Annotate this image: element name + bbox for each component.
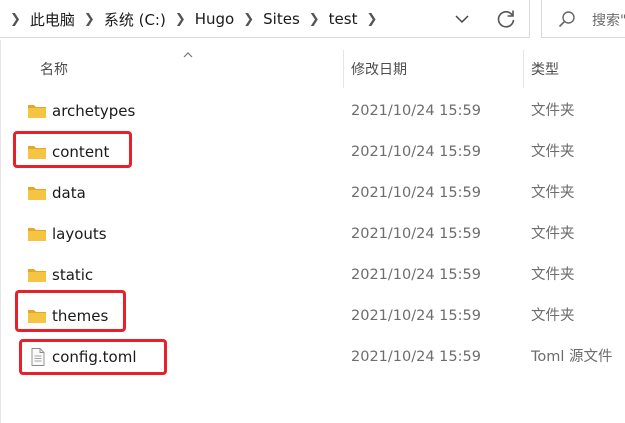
file-name[interactable]: data [52, 173, 86, 214]
file-type: 文件夹 [531, 185, 575, 201]
file-type: 文件夹 [531, 267, 575, 283]
column-header-name[interactable]: 名称 [40, 50, 68, 88]
file-modified-date: 2021/10/24 15:59 [351, 103, 481, 119]
highlight-box [13, 131, 132, 168]
file-modified-date: 2021/10/24 15:59 [351, 349, 481, 365]
column-divider[interactable] [523, 50, 524, 88]
file-name[interactable]: layouts [52, 214, 107, 255]
breadcrumb: ❯ 此电脑 ❯ 系统 (C:) ❯ Hugo ❯ Sites ❯ test ❯ [0, 0, 386, 38]
file-row-archetypes[interactable]: archetypes 2021/10/24 15:59 文件夹 [0, 91, 625, 132]
file-modified-date: 2021/10/24 15:59 [351, 226, 481, 242]
breadcrumb-hugo[interactable]: Hugo [195, 10, 235, 28]
breadcrumb-drive-c[interactable]: 系统 (C:) [104, 9, 166, 30]
column-divider[interactable] [343, 50, 344, 88]
file-modified-date: 2021/10/24 15:59 [351, 144, 481, 160]
file-modified-date: 2021/10/24 15:59 [351, 267, 481, 283]
folder-icon [27, 184, 47, 202]
folder-icon [27, 225, 47, 243]
sort-ascending-icon [183, 52, 193, 58]
breadcrumb-this-pc[interactable]: 此电脑 [30, 9, 75, 30]
address-bar[interactable]: ❯ 此电脑 ❯ 系统 (C:) ❯ Hugo ❯ Sites ❯ test ❯ [0, 0, 530, 38]
folder-icon [27, 102, 47, 120]
search-icon [558, 11, 575, 28]
file-row-data[interactable]: data 2021/10/24 15:59 文件夹 [0, 173, 625, 214]
breadcrumb-test[interactable]: test [329, 10, 358, 28]
file-modified-date: 2021/10/24 15:59 [351, 308, 481, 324]
chevron-right-icon[interactable]: ❯ [366, 12, 377, 27]
file-type: 文件夹 [531, 308, 575, 324]
chevron-right-icon[interactable]: ❯ [10, 12, 21, 27]
search-input[interactable]: 搜索" [592, 10, 625, 30]
file-type: 文件夹 [531, 226, 575, 242]
file-type: 文件夹 [531, 144, 575, 160]
file-modified-date: 2021/10/24 15:59 [351, 185, 481, 201]
file-type: Toml 源文件 [531, 349, 613, 365]
refresh-icon[interactable] [494, 7, 518, 31]
breadcrumb-sites[interactable]: Sites [263, 10, 300, 28]
highlight-box [15, 290, 126, 332]
chevron-right-icon[interactable]: ❯ [84, 12, 95, 27]
file-type: 文件夹 [531, 103, 575, 119]
chevron-right-icon[interactable]: ❯ [309, 12, 320, 27]
column-header-type[interactable]: 类型 [531, 50, 559, 88]
folder-icon [27, 266, 47, 284]
file-name[interactable]: archetypes [52, 91, 135, 132]
search-box[interactable]: 搜索" [541, 0, 625, 38]
highlight-box [19, 339, 167, 375]
chevron-right-icon[interactable]: ❯ [175, 12, 186, 27]
file-row-layouts[interactable]: layouts 2021/10/24 15:59 文件夹 [0, 214, 625, 255]
chevron-right-icon[interactable]: ❯ [243, 12, 254, 27]
toolbar: ❯ 此电脑 ❯ 系统 (C:) ❯ Hugo ❯ Sites ❯ test ❯ … [0, 0, 625, 40]
column-header-modified[interactable]: 修改日期 [351, 50, 407, 88]
chevron-down-icon[interactable] [451, 9, 473, 29]
